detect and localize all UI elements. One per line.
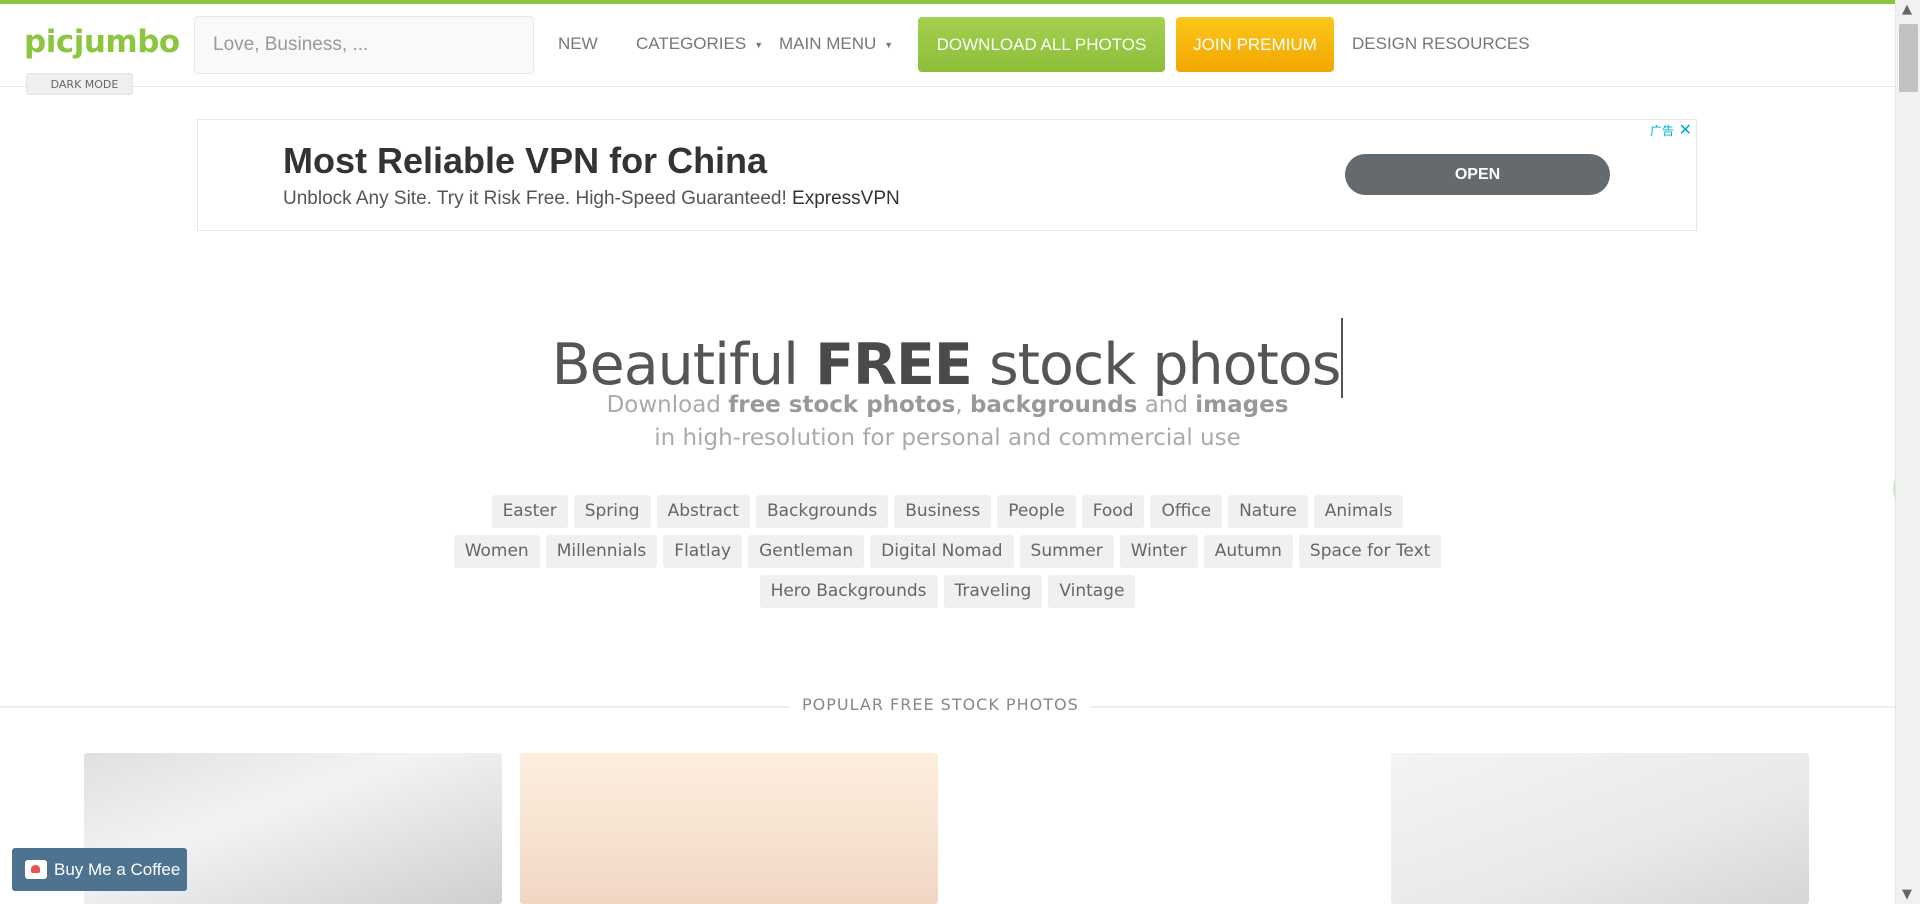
tag-traveling[interactable]: Traveling — [943, 575, 1043, 608]
tag-hero-backgrounds[interactable]: Hero Backgrounds — [759, 575, 938, 608]
tag-animals[interactable]: Animals — [1313, 495, 1404, 528]
tag-winter[interactable]: Winter — [1119, 535, 1198, 568]
tag-office[interactable]: Office — [1150, 495, 1223, 528]
coffee-cup-icon — [25, 860, 47, 879]
tag-autumn[interactable]: Autumn — [1203, 535, 1293, 568]
nav-design-resources[interactable]: DESIGN RESOURCES — [1352, 34, 1530, 54]
tag-business[interactable]: Business — [894, 495, 992, 528]
tag-digital-nomad[interactable]: Digital Nomad — [870, 535, 1014, 568]
scrollbar-thumb[interactable] — [1899, 24, 1918, 92]
site-header: picjumbo NEW CATEGORIES ▼ MAIN MENU ▼ DOWN… — [0, 4, 1895, 87]
chevron-down-icon: ▼ — [884, 39, 894, 50]
ad-subtitle-text: Unblock Any Site. Try it Risk Free. High… — [283, 188, 787, 209]
photo-card-woman-phone-coffee[interactable] — [1391, 753, 1809, 904]
tag-easter[interactable]: Easter — [491, 495, 568, 528]
buy-me-a-coffee-button[interactable]: Buy Me a Coffee — [12, 848, 187, 891]
hero-subtitle-line-2: in high-resolution for personal and comm… — [654, 425, 1241, 451]
hero-title: Beautiful FREE stock photos — [0, 318, 1895, 398]
tag-millennials[interactable]: Millennials — [545, 535, 658, 568]
hero-subtitle-line-1: Download free stock photos, backgrounds … — [0, 392, 1895, 418]
dark-mode-toggle[interactable]: DARK MODE — [26, 73, 133, 95]
join-premium-button[interactable]: JOIN PREMIUM — [1176, 17, 1334, 72]
tag-food[interactable]: Food — [1081, 495, 1145, 528]
ad-subtitle: Unblock Any Site. Try it Risk Free. High… — [283, 188, 900, 210]
tag-people[interactable]: People — [997, 495, 1076, 528]
scroll-down-icon[interactable]: ▼ — [1902, 887, 1912, 902]
hero-sub-comma: , — [955, 392, 970, 418]
hero-title-bold: FREE — [815, 332, 973, 398]
hero-title-pre: Beautiful — [551, 332, 816, 398]
tag-space-for-text[interactable]: Space for Text — [1298, 535, 1442, 568]
tag-row-3: Hero Backgrounds Traveling Vintage — [0, 575, 1895, 608]
hero-sub-pre: Download — [606, 392, 729, 418]
hero-title-post: stock photos — [971, 332, 1341, 398]
page-scrollbar[interactable]: ▲ ▼ — [1895, 0, 1920, 904]
tag-row-1: Easter Spring Abstract Backgrounds Business P… — [0, 495, 1895, 528]
tag-backgrounds[interactable]: Backgrounds — [755, 495, 889, 528]
nav-categories[interactable]: CATEGORIES ▼ — [636, 34, 763, 54]
tag-row-2: Women Millennials Flatlay Gentleman Digital … — [0, 535, 1895, 568]
hero-sub-backgrounds: backgrounds — [969, 392, 1138, 418]
text-cursor — [1341, 318, 1344, 398]
tag-women[interactable]: Women — [453, 535, 540, 568]
tag-flatlay[interactable]: Flatlay — [663, 535, 743, 568]
nav-new[interactable]: NEW — [558, 34, 598, 54]
nav-categories-label: CATEGORIES — [636, 34, 747, 53]
tag-gentleman[interactable]: Gentleman — [748, 535, 865, 568]
ad-open-button[interactable]: OPEN — [1345, 154, 1610, 195]
popular-photos-heading: POPULAR FREE STOCK PHOTOS — [790, 695, 1091, 714]
download-all-photos-button[interactable]: DOWNLOAD ALL PHOTOS — [918, 17, 1165, 72]
hero-sub-and: and — [1137, 392, 1196, 418]
hero-sub-free-stock-photos: free stock photos — [728, 392, 956, 418]
nav-main-menu[interactable]: MAIN MENU ▼ — [779, 34, 893, 54]
ad-label: 广告 — [1649, 124, 1674, 138]
search-input[interactable] — [194, 16, 534, 74]
ad-title: Most Reliable VPN for China — [283, 140, 768, 181]
advertisement-banner[interactable]: Most Reliable VPN for China Unblock Any … — [197, 119, 1697, 231]
photo-card-warm-gradient[interactable] — [520, 753, 938, 904]
tag-nature[interactable]: Nature — [1228, 495, 1308, 528]
tag-summer[interactable]: Summer — [1019, 535, 1114, 568]
tag-spring[interactable]: Spring — [573, 495, 651, 528]
tag-abstract[interactable]: Abstract — [656, 495, 750, 528]
tag-vintage[interactable]: Vintage — [1048, 575, 1136, 608]
site-logo[interactable]: picjumbo — [24, 24, 180, 60]
nav-main-menu-label: MAIN MENU — [779, 34, 877, 53]
chevron-down-icon: ▼ — [754, 39, 764, 50]
hero-sub-images: images — [1195, 392, 1289, 418]
scroll-up-icon[interactable]: ▲ — [1902, 2, 1912, 17]
ad-brand: ExpressVPN — [792, 188, 900, 209]
ad-close-icon[interactable]: ✕ — [1679, 120, 1692, 139]
buy-me-a-coffee-label: Buy Me a Coffee — [54, 860, 181, 879]
